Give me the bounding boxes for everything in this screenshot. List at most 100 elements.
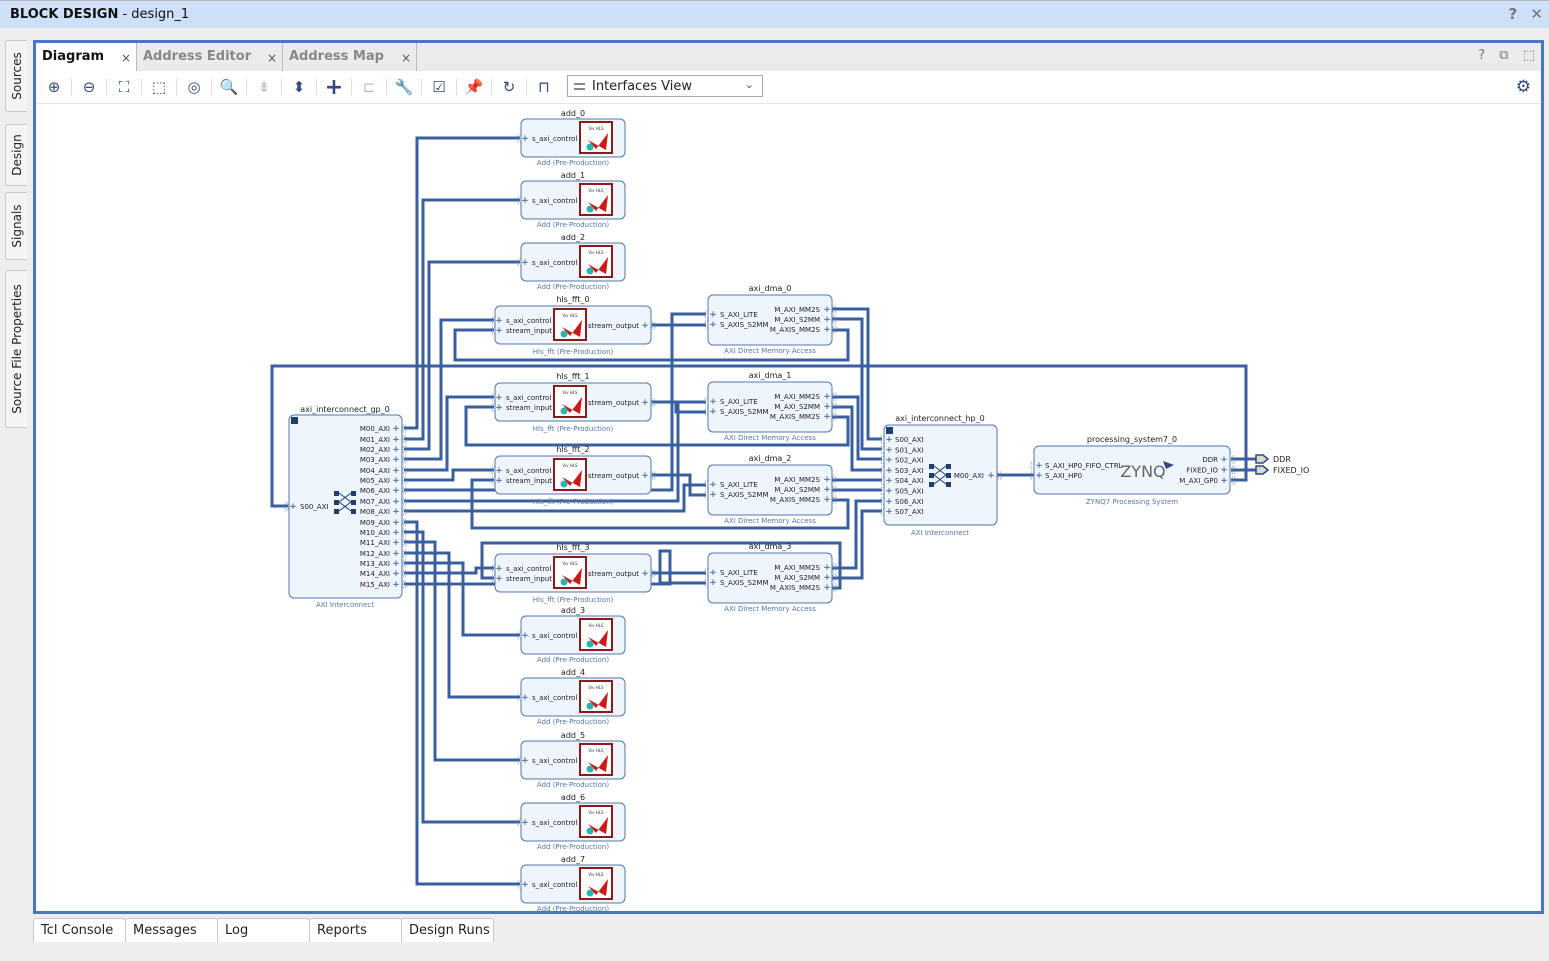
tab-bar: Diagram × Address Editor × Address Map × ? …: [36, 43, 1541, 71]
port-plus-icon: +: [709, 320, 717, 330]
title-bold: BLOCK DESIGN: [10, 7, 119, 22]
vivado-hls-logo: Viv HLS: [553, 556, 587, 589]
block-instance-name: add_4: [561, 668, 585, 677]
close-tab-icon[interactable]: ×: [401, 51, 411, 65]
dma-block-1[interactable]: axi_dma_1+ S_AXI_LITE+ S_AXIS_S2MMM_AXI_MM…: [704, 371, 837, 442]
port-label: s_axi_control: [532, 632, 577, 640]
dma-block-0[interactable]: axi_dma_0+ S_AXI_LITE+ S_AXIS_S2MMM_AXI_MM…: [704, 284, 837, 355]
add-block-7[interactable]: add_7 + s_axi_control Viv HLS Add (Pre-Produ…: [517, 855, 626, 911]
close-tab-icon[interactable]: ×: [121, 51, 131, 65]
tab-messages[interactable]: Messages: [125, 918, 218, 942]
fft-block-1[interactable]: hls_fft_1+ s_axi_control+ stream_inputstre…: [491, 372, 656, 433]
add-block-6[interactable]: add_6 + s_axi_control Viv HLS Add (Pre-Produ…: [517, 793, 626, 851]
external-port-icon[interactable]: [1255, 454, 1270, 464]
vivado-hls-logo: Viv HLS: [579, 121, 613, 154]
port-plus-icon: +: [885, 456, 893, 466]
add-block-2[interactable]: add_2 + s_axi_control Viv HLS Add (Pre-Produ…: [517, 233, 626, 291]
tab-address-map[interactable]: Address Map ×: [283, 43, 417, 71]
block-instance-name: axi_interconnect_hp_0: [895, 414, 984, 423]
port-plus-icon: +: [885, 497, 893, 507]
expand-icon[interactable]: ⬍: [288, 77, 310, 97]
dma-block-3[interactable]: axi_dma_3+ S_AXI_LITE+ S_AXIS_S2MMM_AXI_MM…: [704, 542, 837, 613]
side-tab-label: Source File Properties: [9, 284, 24, 414]
validate-icon[interactable]: ☑: [428, 77, 450, 97]
block-instance-name: add_0: [561, 109, 585, 118]
external-port-ddr[interactable]: DDR: [1255, 454, 1291, 464]
port-label: M_AXIS_MM2S: [770, 584, 821, 592]
external-port-icon[interactable]: [1255, 465, 1270, 475]
port-label: S_AXI_LITE: [720, 569, 758, 577]
add-block-3[interactable]: add_3 + s_axi_control Viv HLS Add (Pre-Produ…: [517, 606, 626, 664]
port-label: M_AXIS_MM2S: [770, 326, 821, 334]
expand-icon[interactable]: [886, 427, 893, 434]
port-label: s_axi_control: [532, 135, 577, 143]
port-label: S05_AXI: [895, 488, 924, 496]
add-block-4[interactable]: add_4 + s_axi_control Viv HLS Add (Pre-Produ…: [517, 668, 626, 726]
port-label: s_axi_control: [532, 819, 577, 827]
port-label: S07_AXI: [895, 508, 924, 516]
block-type-label: Hls_fft (Pre-Production): [533, 498, 614, 506]
port-label: S_AXIS_S2MM: [720, 579, 769, 587]
crossbar-node: [351, 500, 356, 505]
settings-gear-icon[interactable]: ⚙: [1516, 77, 1531, 97]
regenerate-icon[interactable]: ↻: [498, 77, 520, 97]
close-icon[interactable]: ✕: [1530, 5, 1543, 23]
panel-help-icon[interactable]: ?: [1478, 48, 1485, 63]
panel-restore-icon[interactable]: ⧉: [1499, 48, 1508, 63]
hls-logo-text: Viv HLS: [588, 623, 604, 628]
pin-icon[interactable]: 📌: [463, 77, 485, 97]
toolbar-separator: [456, 79, 457, 95]
fft-block-2[interactable]: hls_fft_2+ s_axi_control+ stream_inputstre…: [491, 445, 656, 506]
add-ip-icon[interactable]: +: [323, 75, 345, 100]
fft-block-3[interactable]: hls_fft_3+ s_axi_control+ stream_inputstre…: [491, 543, 656, 604]
port-label: M12_AXI: [360, 550, 390, 558]
port-plus-icon: +: [823, 573, 831, 583]
tab-log[interactable]: Log: [217, 918, 310, 942]
port-plus-icon: +: [495, 564, 503, 574]
panel-float-icon[interactable]: ⬚: [1523, 48, 1535, 63]
diagram-canvas[interactable]: add_0 + s_axi_control Viv HLS Add (Pre-Produ…: [36, 104, 1541, 911]
side-tab-design[interactable]: Design: [5, 124, 27, 186]
add-block-5[interactable]: add_5 + s_axi_control Viv HLS Add (Pre-Produ…: [517, 731, 626, 789]
tab-label: Diagram: [42, 49, 105, 64]
wrench-icon[interactable]: 🔧: [393, 77, 415, 97]
axi-interconnect-gp-block[interactable]: axi_interconnect_gp_0+ S00_AXIM00_AXI +M01…: [284, 405, 407, 609]
expand-icon[interactable]: [291, 417, 298, 424]
side-tab-sources[interactable]: Sources: [5, 40, 27, 112]
block-instance-name: axi_interconnect_gp_0: [300, 405, 389, 414]
close-tab-icon[interactable]: ×: [267, 51, 277, 65]
help-icon[interactable]: ?: [1508, 5, 1517, 23]
tab-design-runs[interactable]: Design Runs: [401, 918, 494, 942]
axi-interconnect-hp-block[interactable]: axi_interconnect_hp_0+ S00_AXI+ S01_AXI+ S0…: [880, 414, 1002, 537]
port-plus-icon: +: [392, 486, 400, 496]
make-external-icon[interactable]: ⊏: [358, 77, 380, 97]
tab-tcl-console[interactable]: Tcl Console: [33, 918, 126, 942]
view-select[interactable]: Interfaces View ⌄: [567, 75, 763, 97]
block-diagram[interactable]: add_0+ s_axi_controlViv HLSAdd (Pre-Produ…: [36, 104, 1541, 911]
block-type-label: Add (Pre-Production): [537, 656, 609, 664]
search-icon[interactable]: 🔍: [218, 77, 240, 97]
add-block-0[interactable]: add_0 + s_axi_control Viv HLS Add (Pre-Produ…: [517, 109, 626, 167]
collapse-icon[interactable]: ⇟: [253, 77, 275, 97]
side-tab-signals[interactable]: Signals: [5, 192, 27, 260]
port-label: M_AXIS_MM2S: [770, 496, 821, 504]
zoom-fit-icon[interactable]: ⛶: [113, 77, 135, 97]
external-port-fixed-io[interactable]: FIXED_IO: [1255, 465, 1309, 475]
zoom-in-icon[interactable]: ⊕: [43, 77, 65, 97]
side-tab-source-file-properties[interactable]: Source File Properties: [5, 270, 27, 428]
tab-address-editor[interactable]: Address Editor ×: [137, 43, 283, 71]
block-instance-name: axi_dma_3: [749, 542, 792, 551]
dma-block-2[interactable]: axi_dma_2+ S_AXI_LITE+ S_AXIS_S2MMM_AXI_MM…: [704, 454, 837, 525]
zoom-area-icon[interactable]: ⬚: [148, 77, 170, 97]
optimize-routing-icon[interactable]: ⊓: [533, 77, 555, 97]
fft-block-0[interactable]: hls_fft_0+ s_axi_control+ stream_inputstre…: [491, 295, 656, 356]
gear-icon: [586, 640, 594, 648]
processing-system-block[interactable]: processing_system7_0+ S_AXI_HP0_FIFO_CTRL…: [1030, 435, 1236, 506]
zoom-out-icon[interactable]: ⊖: [78, 77, 100, 97]
add-block-1[interactable]: add_1 + s_axi_control Viv HLS Add (Pre-Produ…: [517, 171, 626, 229]
tab-reports[interactable]: Reports: [309, 918, 402, 942]
tab-label: Design Runs: [409, 923, 490, 938]
tab-diagram[interactable]: Diagram ×: [36, 43, 137, 71]
center-icon[interactable]: ◎: [183, 77, 205, 97]
port-plus-icon: +: [392, 580, 400, 590]
